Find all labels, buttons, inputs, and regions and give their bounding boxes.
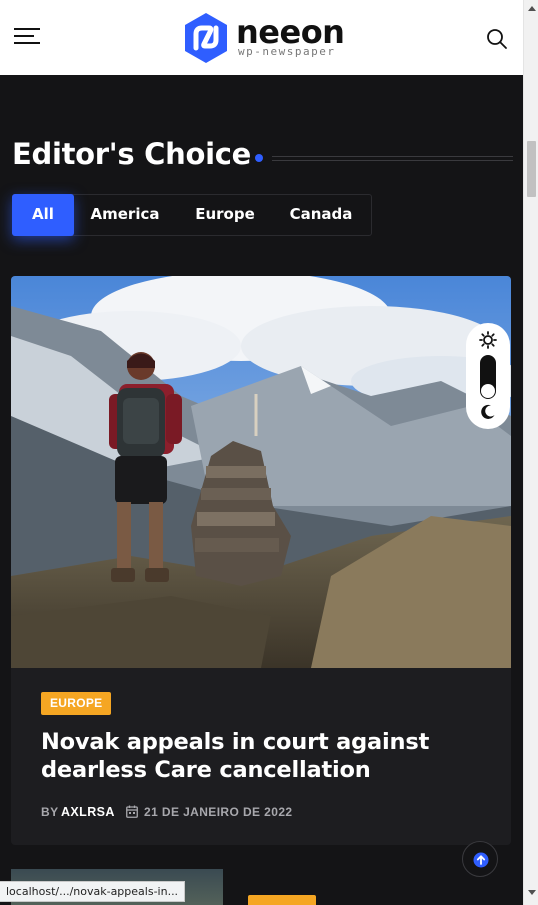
theme-switch-knob[interactable] <box>481 384 495 398</box>
by-label: BY <box>41 805 59 819</box>
tab-america[interactable]: America <box>77 194 173 236</box>
tab-all[interactable]: All <box>12 194 74 236</box>
hamburger-menu-icon[interactable] <box>14 28 40 48</box>
section-title: Editor's Choice <box>12 137 251 171</box>
section-divider <box>272 156 513 157</box>
scrollbar-thumb[interactable] <box>527 141 536 197</box>
arrow-up-icon <box>473 852 489 868</box>
category-badge[interactable]: EUROPE <box>41 692 112 715</box>
tab-europe[interactable]: Europe <box>182 194 268 236</box>
site-header: neeon wp-newspaper <box>0 0 523 75</box>
status-bar-url: localhost/.../novak-appeals-in... <box>0 881 186 902</box>
back-to-top-button[interactable] <box>462 841 498 877</box>
post-date: 21 DE JANEIRO DE 2022 <box>144 805 293 819</box>
calendar-icon <box>126 805 138 818</box>
section-divider <box>272 160 513 161</box>
sun-icon[interactable] <box>479 331 497 349</box>
featured-post-card: EUROPE Novak appeals in court against de… <box>11 276 511 845</box>
scroll-up-arrow-icon[interactable] <box>528 6 536 11</box>
search-icon[interactable] <box>486 28 508 50</box>
page-viewport: neeon wp-newspaper Editor's Choice All A… <box>0 0 523 905</box>
post-title[interactable]: Novak appeals in court against dearless … <box>41 728 481 784</box>
next-post-category-badge[interactable] <box>248 895 316 905</box>
post-author[interactable]: AXLRSA <box>61 803 115 821</box>
logo-hexagon-icon <box>185 13 227 63</box>
post-image[interactable] <box>11 276 511 668</box>
scroll-down-arrow-icon[interactable] <box>528 890 536 895</box>
tab-canada[interactable]: Canada <box>277 194 365 236</box>
theme-toggle[interactable] <box>466 323 510 429</box>
scrollbar[interactable] <box>523 0 538 905</box>
moon-icon[interactable] <box>480 404 496 420</box>
logo-subtitle: wp-newspaper <box>238 45 336 58</box>
section-title-dot <box>255 154 263 162</box>
category-tabs: All America Europe Canada <box>12 194 372 236</box>
theme-switch[interactable] <box>480 355 496 399</box>
